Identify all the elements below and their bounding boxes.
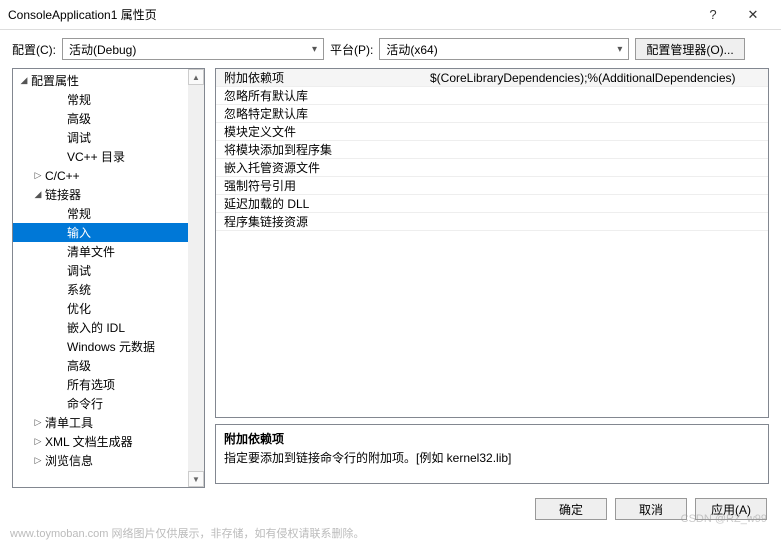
tree-item-label: 优化: [67, 300, 91, 317]
tree-item-label: XML 文档生成器: [45, 433, 133, 450]
tree-item[interactable]: 调试: [13, 128, 204, 147]
tree-item[interactable]: 所有选项: [13, 375, 204, 394]
ok-button[interactable]: 确定: [535, 498, 607, 520]
platform-label: 平台(P):: [330, 41, 373, 58]
tree-item[interactable]: VC++ 目录: [13, 147, 204, 166]
property-label: 将模块添加到程序集: [216, 141, 426, 158]
tree-item[interactable]: ▷浏览信息: [13, 451, 204, 470]
tree-item-label: 所有选项: [67, 376, 115, 393]
tree-item[interactable]: ◢链接器: [13, 185, 204, 204]
tree-item-label: 嵌入的 IDL: [67, 319, 125, 336]
tree-item-label: 常规: [67, 205, 91, 222]
tree-item-label: 输入: [67, 224, 91, 241]
expand-closed-icon[interactable]: ▷: [31, 170, 45, 181]
tree-item-label: 常规: [67, 91, 91, 108]
platform-combobox[interactable]: 活动(x64) ▾: [379, 38, 629, 60]
config-manager-button[interactable]: 配置管理器(O)...: [635, 38, 744, 60]
scroll-down-icon[interactable]: ▼: [188, 471, 204, 487]
expand-open-icon[interactable]: ◢: [17, 75, 31, 86]
tree-item-label: 清单工具: [45, 414, 93, 431]
tree-item-label: 高级: [67, 110, 91, 127]
window-title: ConsoleApplication1 属性页: [8, 6, 693, 23]
property-label: 忽略所有默认库: [216, 87, 426, 104]
tree-item-label: Windows 元数据: [67, 338, 155, 355]
tree-item-label: VC++ 目录: [67, 148, 125, 165]
tree-item[interactable]: 嵌入的 IDL: [13, 318, 204, 337]
property-value[interactable]: $(CoreLibraryDependencies);%(AdditionalD…: [426, 71, 768, 85]
expand-closed-icon[interactable]: ▷: [31, 417, 45, 428]
property-row[interactable]: 忽略特定默认库: [216, 105, 768, 123]
tree-item[interactable]: 输入: [13, 223, 204, 242]
tree-item[interactable]: 常规: [13, 204, 204, 223]
tree-item[interactable]: Windows 元数据: [13, 337, 204, 356]
tree-item[interactable]: 调试: [13, 261, 204, 280]
config-label: 配置(C):: [12, 41, 56, 58]
chevron-down-icon: ▾: [617, 44, 622, 55]
tree-item-label: 链接器: [45, 186, 81, 203]
tree-item-label: 命令行: [67, 395, 103, 412]
tree-scrollbar[interactable]: ▲ ▼: [188, 69, 204, 487]
property-label: 忽略特定默认库: [216, 105, 426, 122]
tree-item[interactable]: 常规: [13, 90, 204, 109]
tree-item-label: 浏览信息: [45, 452, 93, 469]
description-title: 附加依赖项: [224, 430, 760, 447]
property-row[interactable]: 附加依赖项$(CoreLibraryDependencies);%(Additi…: [216, 69, 768, 87]
description-panel: 附加依赖项 指定要添加到链接命令行的附加项。[例如 kernel32.lib]: [215, 424, 769, 484]
property-row[interactable]: 将模块添加到程序集: [216, 141, 768, 159]
tree-item-label: C/C++: [45, 169, 80, 183]
property-row[interactable]: 模块定义文件: [216, 123, 768, 141]
help-button[interactable]: ?: [693, 1, 733, 29]
tree-item[interactable]: 高级: [13, 356, 204, 375]
csdn-watermark: CSDN @RZ_w99: [681, 513, 767, 525]
property-row[interactable]: 嵌入托管资源文件: [216, 159, 768, 177]
tree-item[interactable]: 清单文件: [13, 242, 204, 261]
property-label: 强制符号引用: [216, 177, 426, 194]
config-toolbar: 配置(C): 活动(Debug) ▾ 平台(P): 活动(x64) ▾ 配置管理…: [0, 30, 781, 68]
config-value: 活动(Debug): [69, 41, 308, 58]
nav-tree[interactable]: ◢配置属性常规高级调试VC++ 目录▷C/C++◢链接器常规输入清单文件调试系统…: [12, 68, 205, 488]
scroll-track[interactable]: [188, 85, 204, 471]
tree-item[interactable]: ▷C/C++: [13, 166, 204, 185]
property-row[interactable]: 程序集链接资源: [216, 213, 768, 231]
cancel-button[interactable]: 取消: [615, 498, 687, 520]
property-row[interactable]: 强制符号引用: [216, 177, 768, 195]
property-label: 模块定义文件: [216, 123, 426, 140]
expand-closed-icon[interactable]: ▷: [31, 436, 45, 447]
tree-item-label: 高级: [67, 357, 91, 374]
chevron-down-icon: ▾: [312, 44, 317, 55]
property-label: 嵌入托管资源文件: [216, 159, 426, 176]
tree-item[interactable]: 命令行: [13, 394, 204, 413]
tree-item[interactable]: ▷清单工具: [13, 413, 204, 432]
property-row[interactable]: 忽略所有默认库: [216, 87, 768, 105]
dialog-footer: 确定 取消 应用(A): [0, 488, 781, 524]
expand-open-icon[interactable]: ◢: [31, 189, 45, 200]
tree-item[interactable]: ▷XML 文档生成器: [13, 432, 204, 451]
expand-closed-icon[interactable]: ▷: [31, 455, 45, 466]
titlebar: ConsoleApplication1 属性页 ? ✕: [0, 0, 781, 30]
property-label: 程序集链接资源: [216, 213, 426, 230]
source-watermark: www.toymoban.com 网络图片仅供展示，非存储，如有侵权请联系删除。: [10, 525, 364, 541]
description-text: 指定要添加到链接命令行的附加项。[例如 kernel32.lib]: [224, 449, 760, 466]
tree-item-label: 配置属性: [31, 72, 79, 89]
tree-item[interactable]: 优化: [13, 299, 204, 318]
tree-item[interactable]: 高级: [13, 109, 204, 128]
tree-item[interactable]: 系统: [13, 280, 204, 299]
property-grid[interactable]: 附加依赖项$(CoreLibraryDependencies);%(Additi…: [215, 68, 769, 418]
tree-item-label: 调试: [67, 262, 91, 279]
tree-item[interactable]: ◢配置属性: [13, 71, 204, 90]
property-row[interactable]: 延迟加载的 DLL: [216, 195, 768, 213]
tree-item-label: 清单文件: [67, 243, 115, 260]
close-button[interactable]: ✕: [733, 1, 773, 29]
scroll-up-icon[interactable]: ▲: [188, 69, 204, 85]
tree-item-label: 调试: [67, 129, 91, 146]
platform-value: 活动(x64): [386, 41, 613, 58]
config-combobox[interactable]: 活动(Debug) ▾: [62, 38, 324, 60]
property-label: 附加依赖项: [216, 69, 426, 86]
property-label: 延迟加载的 DLL: [216, 195, 426, 212]
tree-item-label: 系统: [67, 281, 91, 298]
